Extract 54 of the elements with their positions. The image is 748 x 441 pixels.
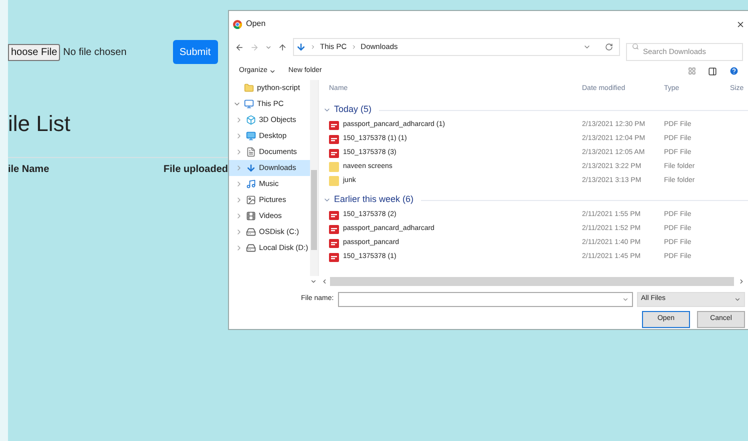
file-status: No file chosen	[63, 46, 127, 60]
pdf-icon	[329, 120, 339, 130]
caret-icon	[269, 68, 276, 74]
pdf-icon	[329, 148, 339, 158]
scroll-left-icon[interactable]	[321, 278, 328, 284]
choose-file-button[interactable]: hoose File	[8, 44, 60, 60]
column-header: ile Name	[8, 163, 50, 177]
pdf-icon	[329, 238, 339, 248]
scroll-right-icon[interactable]	[738, 278, 745, 284]
refresh-icon[interactable]	[605, 43, 613, 51]
expand-icon[interactable]	[233, 100, 241, 108]
group-header[interactable]: Earlier this week (6)	[334, 193, 414, 207]
forward-icon[interactable]	[250, 42, 259, 52]
dropdown-icon[interactable]	[583, 43, 591, 51]
download-icon	[246, 163, 256, 173]
drive-icon	[246, 227, 256, 237]
download-icon	[296, 42, 306, 52]
close-icon[interactable]	[736, 20, 745, 28]
up-icon[interactable]	[278, 42, 287, 52]
view-icon[interactable]	[688, 67, 696, 75]
music-icon	[246, 179, 256, 189]
window-title: Open	[246, 18, 266, 30]
preview-pane-icon[interactable]	[708, 66, 717, 76]
submit-button[interactable]: Submit	[172, 40, 218, 64]
breadcrumb-separator-icon	[310, 44, 316, 50]
desktop-icon	[246, 131, 256, 141]
cube-icon	[246, 115, 256, 125]
recent-icon[interactable]	[265, 44, 272, 50]
picture-icon	[246, 195, 256, 205]
page-heading: ile List	[8, 113, 72, 135]
dropdown-icon	[734, 296, 741, 302]
scrollbar-thumb[interactable]	[330, 276, 734, 286]
document-icon	[246, 147, 256, 157]
folder-icon	[244, 83, 254, 93]
back-icon[interactable]	[235, 42, 244, 52]
monitor-icon	[244, 99, 254, 109]
file-name-field[interactable]	[338, 292, 633, 306]
column-header: File uploaded	[164, 163, 228, 177]
breadcrumb-separator-icon	[350, 44, 357, 50]
browser-logo-icon	[233, 20, 242, 28]
film-icon	[246, 211, 256, 221]
pdf-icon	[329, 252, 339, 262]
pdf-icon	[329, 210, 339, 220]
drive-icon	[246, 243, 256, 253]
scrollbar-thumb[interactable]	[311, 170, 317, 250]
collapse-icon[interactable]	[323, 196, 331, 204]
search-icon	[632, 43, 639, 50]
dropdown-icon[interactable]	[622, 296, 629, 302]
scroll-down-icon[interactable]	[310, 278, 317, 284]
collapse-icon[interactable]	[323, 106, 331, 114]
pdf-icon	[329, 224, 339, 234]
group-header[interactable]: Today (5)	[334, 103, 372, 117]
pdf-icon	[329, 134, 339, 144]
help-icon[interactable]	[729, 66, 739, 76]
